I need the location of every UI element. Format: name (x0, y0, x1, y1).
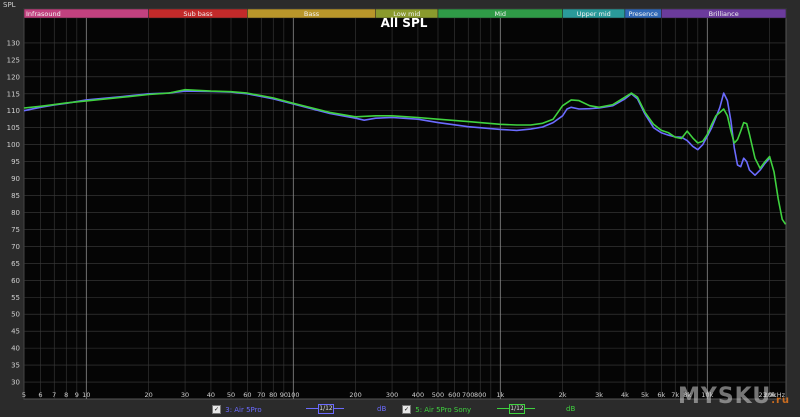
x-tick-label: 800 (474, 391, 486, 399)
x-tick-label: 3k (595, 391, 603, 399)
band-label: Upper mid (577, 10, 611, 18)
x-tick-label: 40 (207, 391, 215, 399)
x-tick-label: 80 (269, 391, 277, 399)
x-tick-label: 200 (349, 391, 361, 399)
band-label: Presence (628, 10, 657, 18)
legend-checkbox-2[interactable]: ✓ (402, 405, 411, 414)
y-tick-label: 120 (7, 73, 20, 81)
watermark-text: MYSKU (678, 384, 772, 409)
x-tick-label: 6k (657, 391, 665, 399)
y-tick-label: 30 (11, 379, 20, 387)
legend-label-2: 5: Air 5Pro Sony (415, 405, 472, 414)
x-tick-label: 5k (641, 391, 649, 399)
y-tick-label: 125 (7, 56, 20, 64)
y-tick-label: 60 (11, 277, 20, 285)
x-tick-label: 20 (144, 391, 152, 399)
band-label: Infrasound (26, 10, 61, 18)
legend-unit-1: dB (377, 405, 387, 413)
y-tick-label: 35 (11, 362, 20, 370)
band-label: Brilliance (709, 10, 739, 18)
y-tick-label: 40 (11, 345, 20, 353)
x-tick-label: 500 (432, 391, 444, 399)
legend-line-swatch-1b (334, 408, 344, 409)
y-tick-label: 80 (11, 209, 20, 217)
watermark-suffix: .ru (771, 395, 791, 406)
legend-checkbox-1[interactable]: ✓ (212, 405, 221, 414)
plot-area (23, 8, 787, 400)
y-tick-label: 75 (11, 226, 20, 234)
x-tick-label: 1k (496, 391, 504, 399)
y-tick-label: 70 (11, 243, 20, 251)
x-tick-label: 50 (227, 391, 235, 399)
x-tick-label: 8 (64, 391, 68, 399)
legend-item-1[interactable]: ✓ 3: Air 5Pro (212, 405, 262, 414)
y-tick-label: 65 (11, 260, 20, 268)
legend-smoothing-1[interactable]: 1/12 (318, 404, 334, 414)
y-tick-label: 130 (7, 39, 20, 47)
band-label: Bass (304, 10, 320, 18)
x-tick-label: 400 (412, 391, 424, 399)
x-tick-label: 100 (287, 391, 299, 399)
y-tick-label: 45 (11, 328, 20, 336)
band-label: Sub bass (183, 10, 213, 18)
y-tick-label: 55 (11, 294, 20, 302)
y-tick-label: 50 (11, 311, 20, 319)
band-label: Mid (495, 10, 507, 18)
x-tick-label: 10 (82, 391, 90, 399)
x-tick-label: 70 (257, 391, 265, 399)
chart-title: All SPL (381, 16, 428, 30)
x-tick-label: 30 (181, 391, 189, 399)
legend-line-swatch-1 (306, 408, 318, 409)
x-tick-label: 700 (462, 391, 474, 399)
y-tick-label: 110 (7, 107, 20, 115)
legend-label-1: 3: Air 5Pro (225, 405, 262, 414)
y-axis-label: SPL (3, 1, 16, 9)
x-tick-label: 6 (38, 391, 42, 399)
y-tick-label: 115 (7, 90, 20, 98)
legend-line-swatch-2 (497, 408, 509, 409)
x-tick-label: 300 (386, 391, 398, 399)
legend-unit-2: dB (566, 405, 576, 413)
legend-smoothing-2[interactable]: 1/12 (509, 404, 525, 414)
legend-line-swatch-2b (525, 408, 535, 409)
spl-chart: SPL Infrasound Sub bass Bass Low mid Mid Uppe… (0, 0, 800, 417)
x-tick-label: 2k (559, 391, 567, 399)
y-tick-label: 95 (11, 158, 20, 166)
x-tick-label: 7 (52, 391, 56, 399)
y-tick-label: 105 (7, 124, 20, 132)
y-tick-label: 85 (11, 192, 20, 200)
x-tick-label: 4k (621, 391, 629, 399)
x-tick-label: 5 (22, 391, 26, 399)
x-tick-label: 600 (448, 391, 460, 399)
x-tick-label: 60 (243, 391, 251, 399)
y-tick-label: 100 (7, 141, 20, 149)
legend-item-2[interactable]: ✓ 5: Air 5Pro Sony (402, 405, 471, 414)
x-tick-label: 9 (75, 391, 79, 399)
y-tick-label: 90 (11, 175, 20, 183)
watermark: MYSKU.ru (678, 384, 790, 409)
